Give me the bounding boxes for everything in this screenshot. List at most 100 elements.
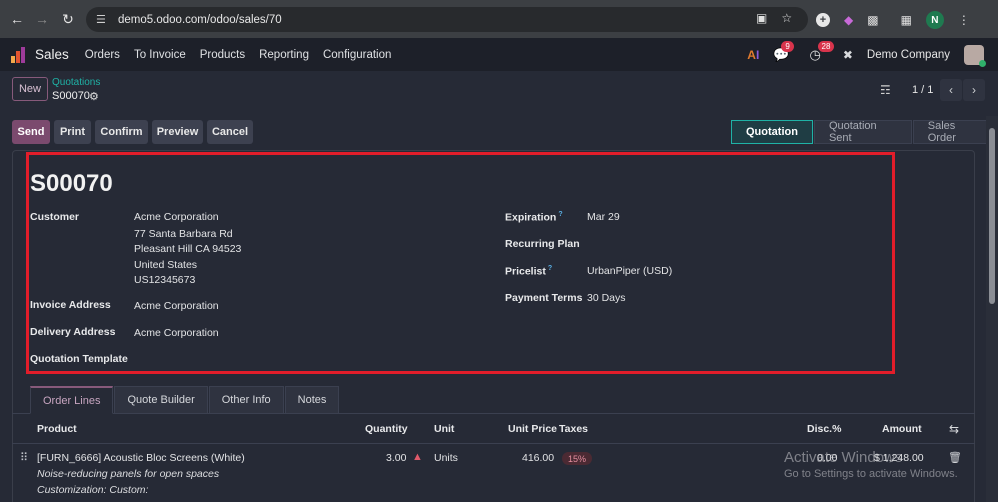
pager-previous-icon[interactable]: ‹ [940,79,962,101]
action-row: Send Print Confirm Preview Cancel Quotat… [0,116,998,150]
recurring-plan-field[interactable] [587,238,787,252]
quotation-template-field[interactable] [134,353,334,367]
debug-tools-icon[interactable]: ✖ [843,48,853,62]
payment-terms-field[interactable]: 30 Days [587,292,626,304]
customer-country: United States [134,259,198,271]
column-settings-icon[interactable]: ⇆ [949,422,959,436]
status-quotation[interactable]: Quotation [731,120,813,144]
tab-other-info[interactable]: Other Info [208,386,284,414]
new-button[interactable]: New [12,77,48,101]
site-settings-icon[interactable]: ☰ [96,13,110,27]
payment-terms-label: Payment Terms [505,292,583,304]
breadcrumb-quotations[interactable]: Quotations [52,77,100,88]
url-text: demo5.odoo.com/odoo/sales/70 [118,13,282,26]
customer-label: Customer [30,211,80,223]
new-tab-plus-icon[interactable]: + [816,13,830,27]
menu-orders[interactable]: Orders [85,49,120,61]
preview-button[interactable]: Preview [152,120,203,144]
drag-handle-icon[interactable]: ⠿ [20,451,28,464]
customer-name[interactable]: Acme Corporation [134,211,219,223]
col-product[interactable]: Product [37,423,77,435]
line-product[interactable]: [FURN_6666] Acoustic Bloc Screens (White… [37,452,245,464]
pricelist-field[interactable]: UrbanPiper (USD) [587,265,672,277]
line-unit-price[interactable]: 416.00 [522,452,554,464]
gear-icon[interactable]: ⚙ [89,90,99,103]
control-panel: New Quotations S00070 ⚙ ☶ 1 / 1 ‹ › [0,71,998,116]
recurring-plan-label: Recurring Plan [505,238,580,250]
delivery-address-field[interactable]: Acme Corporation [134,327,219,339]
chat-badge: 9 [781,40,794,52]
col-unit-price[interactable]: Unit Price [508,423,557,435]
confirm-button[interactable]: Confirm [95,120,148,144]
col-quantity[interactable]: Quantity [365,423,408,435]
menu-to-invoice[interactable]: To Invoice [134,49,186,61]
line-description: Noise-reducing panels for open spaces [37,468,220,480]
install-app-icon[interactable]: ▣ [756,11,767,25]
status-bar: Quotation Quotation Sent Sales Order [731,120,998,144]
extension-color-icon[interactable]: ◆ [844,13,853,27]
menu-reporting[interactable]: Reporting [259,49,309,61]
help-icon[interactable]: ? [548,265,552,272]
bookmark-star-icon[interactable]: ☆ [781,11,792,25]
chat-icon[interactable]: 💬 9 [773,40,794,63]
activity-clock-icon[interactable]: ◷ 28 [810,40,835,63]
sales-app-icon[interactable] [11,46,27,63]
address-bar[interactable]: ☰ demo5.odoo.com/odoo/sales/70 [86,7,808,32]
tab-search-icon[interactable]: ▦ [901,13,912,27]
user-avatar[interactable] [964,44,986,67]
customer-street: 77 Santa Barbara Rd [134,228,233,240]
browser-menu-icon[interactable]: ⋮ [958,13,970,27]
activity-badge: 28 [817,40,835,52]
customer-city: Pleasant Hill CA 94523 [134,243,242,255]
pricelist-label: Pricelist? [505,265,553,278]
back-icon[interactable]: ← [4,6,30,32]
delete-line-icon[interactable]: 🗑 [948,451,962,464]
record-title: S00070 [30,170,113,197]
invoice-address-label: Invoice Address [30,299,111,311]
company-switcher[interactable]: Demo Company [867,49,950,61]
tab-quote-builder[interactable]: Quote Builder [114,386,208,414]
app-name[interactable]: Sales [35,47,69,62]
reload-icon[interactable]: ↻ [55,6,81,32]
odoo-top-nav: Sales Orders To Invoice Products Reporti… [0,38,998,71]
line-quantity[interactable]: 3.00 [386,452,406,464]
col-taxes[interactable]: Taxes [559,423,588,435]
col-unit[interactable]: Unit [434,423,454,435]
menu-products[interactable]: Products [200,49,245,61]
line-unit[interactable]: Units [434,452,458,464]
invoice-address-field[interactable]: Acme Corporation [134,300,219,312]
customer-vat: US12345673 [134,274,196,286]
send-button[interactable]: Send [12,120,50,144]
scrollbar-thumb[interactable] [989,128,995,304]
col-discount[interactable]: Disc.% [807,423,841,435]
tab-notes[interactable]: Notes [284,386,340,414]
header-divider [12,443,975,444]
help-icon[interactable]: ? [558,211,562,218]
delivery-address-label: Delivery Address [30,326,116,338]
tax-badge[interactable]: 15% [562,452,593,465]
forecast-chart-icon[interactable]: ▲ [412,451,423,463]
tab-order-lines[interactable]: Order Lines [30,386,114,414]
expiration-label: Expiration? [505,211,563,224]
status-quotation-sent[interactable]: Quotation Sent [813,120,912,144]
forward-icon[interactable]: → [29,6,55,32]
quotation-template-label: Quotation Template [30,353,128,365]
expiration-field[interactable]: Mar 29 [587,211,620,223]
activation-watermark-title: Activate Windows [784,449,903,466]
profile-avatar[interactable]: N [925,11,944,29]
document-icon[interactable]: ☶ [880,83,891,97]
line-customization: Customization: Custom: [37,484,149,496]
extensions-puzzle-icon[interactable]: ▩ [867,13,878,27]
cancel-button[interactable]: Cancel [207,120,253,144]
activation-watermark-text: Go to Settings to activate Windows. [784,468,958,480]
print-button[interactable]: Print [54,120,91,144]
notebook-tabs: Order Lines Quote Builder Other Info Not… [30,386,340,414]
pager-value[interactable]: 1 / 1 [912,84,933,96]
ai-icon[interactable]: AI [747,48,759,62]
status-sales-order[interactable]: Sales Order [912,120,997,144]
browser-toolbar: ← → ↻ ☰ demo5.odoo.com/odoo/sales/70 ▣ ☆… [0,0,998,38]
menu-configuration[interactable]: Configuration [323,49,391,61]
pager-next-icon[interactable]: › [963,79,985,101]
col-amount[interactable]: Amount [882,423,922,435]
breadcrumb-current: S00070 [52,90,90,102]
